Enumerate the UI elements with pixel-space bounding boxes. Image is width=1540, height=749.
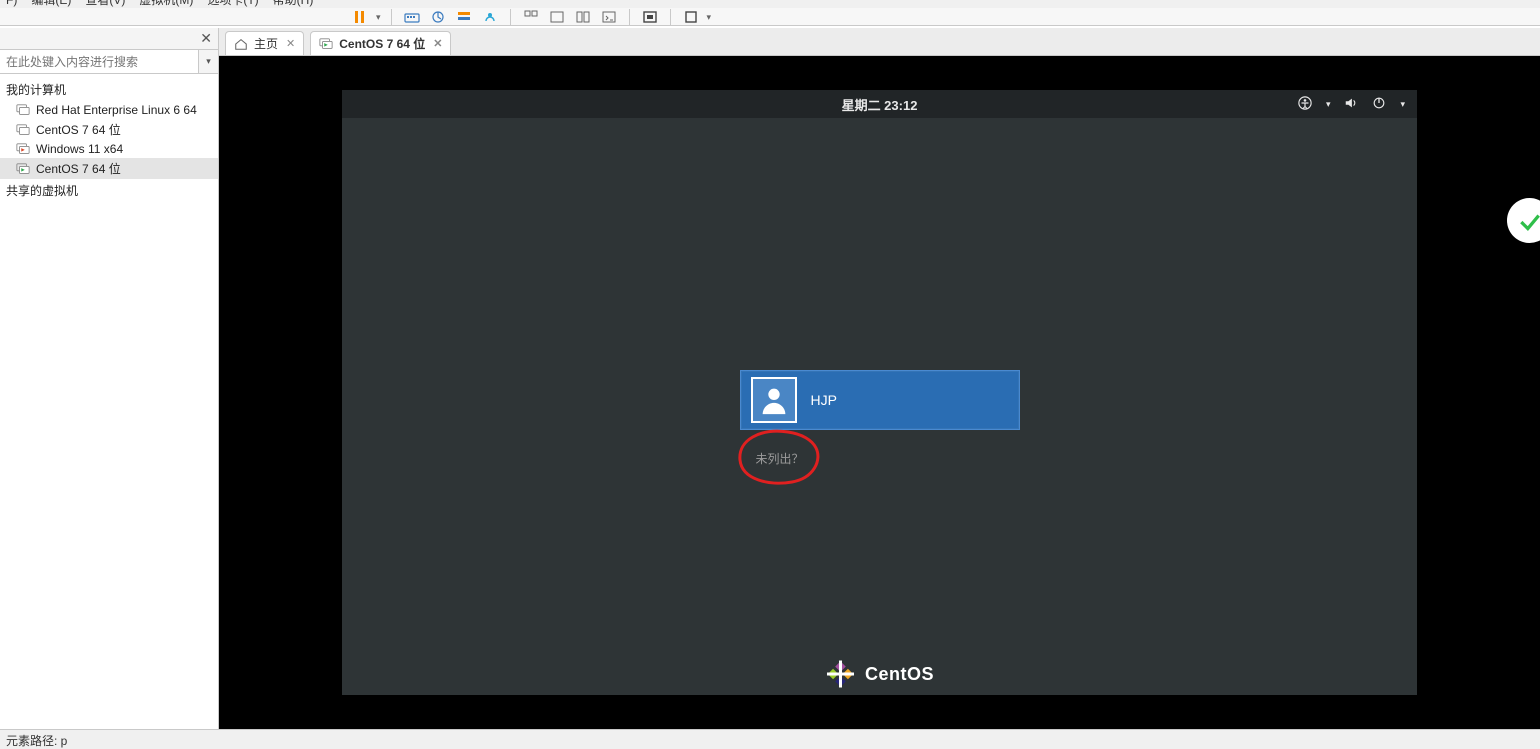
view-split-icon[interactable] xyxy=(573,9,593,25)
volume-icon[interactable] xyxy=(1344,96,1358,113)
check-icon xyxy=(1517,208,1540,234)
snapshot-icon[interactable] xyxy=(428,9,448,25)
chevron-down-icon[interactable]: ▾ xyxy=(1400,99,1405,110)
sidebar-search: ▾ xyxy=(0,50,218,74)
clock-label[interactable]: 星期二 23:12 xyxy=(842,95,918,114)
vm-item-rhel[interactable]: Red Hat Enterprise Linux 6 64 xyxy=(0,101,218,119)
home-icon xyxy=(234,37,248,51)
vm-console-outer: 星期二 23:12 ▾ ▾ HJP xyxy=(219,56,1540,729)
library-sidebar: ✕ ▾ 我的计算机 Red Hat Enterprise Linux 6 64 … xyxy=(0,28,219,729)
dropdown-caret-icon[interactable]: ▾ xyxy=(707,12,712,23)
vm-label: Red Hat Enterprise Linux 6 64 xyxy=(36,103,197,117)
tab-home[interactable]: 主页 ✕ xyxy=(225,31,304,55)
vm-icon xyxy=(16,103,30,117)
vm-label: CentOS 7 64 位 xyxy=(36,160,121,177)
stretch-icon[interactable] xyxy=(681,9,701,25)
tab-bar: 主页 ✕ CentOS 7 64 位 ✕ xyxy=(219,28,1540,56)
user-icon xyxy=(757,383,791,417)
close-icon[interactable]: ✕ xyxy=(200,30,212,47)
pause-icon[interactable] xyxy=(350,9,370,25)
sidebar-header: ✕ xyxy=(0,28,218,50)
accessibility-icon[interactable] xyxy=(1298,96,1312,113)
menu-file[interactable]: F) xyxy=(6,0,17,6)
tab-label: 主页 xyxy=(254,35,278,52)
vm-running-icon xyxy=(16,142,30,156)
status-bar: 元素路径: p xyxy=(0,729,1540,749)
group-my-computer[interactable]: 我的计算机 xyxy=(0,78,218,101)
group-shared-vms[interactable]: 共享的虚拟机 xyxy=(0,179,218,202)
menu-tabs[interactable]: 选项卡(T) xyxy=(207,0,258,6)
menu-help[interactable]: 帮助(H) xyxy=(273,0,314,6)
not-listed-link[interactable]: 未列出？ xyxy=(755,450,803,467)
search-input[interactable] xyxy=(0,50,198,73)
close-icon[interactable]: ✕ xyxy=(286,37,295,50)
vm-running-icon xyxy=(319,37,333,51)
vm-icon xyxy=(16,123,30,137)
dropdown-caret-icon[interactable]: ▾ xyxy=(376,12,381,23)
right-column: 主页 ✕ CentOS 7 64 位 ✕ 星期二 23:12 ▾ xyxy=(219,28,1540,729)
vm-label: Windows 11 x64 xyxy=(36,142,123,156)
status-text: 元素路径: p xyxy=(6,732,67,749)
centos-brand: CentOS xyxy=(825,659,934,689)
send-keys-icon[interactable] xyxy=(402,9,422,25)
library-tree: 我的计算机 Red Hat Enterprise Linux 6 64 Cent… xyxy=(0,74,218,206)
fullscreen-icon[interactable] xyxy=(640,9,660,25)
gnome-top-bar: 星期二 23:12 ▾ ▾ xyxy=(342,90,1417,118)
menu-edit[interactable]: 编辑(E) xyxy=(31,0,71,6)
vm-item-windows11[interactable]: Windows 11 x64 xyxy=(0,140,218,158)
vm-running-icon xyxy=(16,162,30,176)
snapshot-manager-icon[interactable] xyxy=(454,9,474,25)
view-single-icon[interactable] xyxy=(547,9,567,25)
usb-icon[interactable] xyxy=(480,9,500,25)
menu-view[interactable]: 查看(V) xyxy=(85,0,125,6)
guest-screen[interactable]: 星期二 23:12 ▾ ▾ HJP xyxy=(342,90,1417,695)
power-icon[interactable] xyxy=(1372,96,1386,113)
vm-label: CentOS 7 64 位 xyxy=(36,121,121,138)
tab-centos[interactable]: CentOS 7 64 位 ✕ xyxy=(310,31,451,55)
floating-check-badge[interactable] xyxy=(1507,198,1540,243)
vm-item-centos-2[interactable]: CentOS 7 64 位 xyxy=(0,158,218,179)
view-console-icon[interactable] xyxy=(599,9,619,25)
close-icon[interactable]: ✕ xyxy=(433,37,442,50)
menu-vm[interactable]: 虚拟机(M) xyxy=(139,0,193,6)
username-label: HJP xyxy=(811,392,837,408)
vm-item-centos-1[interactable]: CentOS 7 64 位 xyxy=(0,119,218,140)
login-user-tile[interactable]: HJP xyxy=(740,370,1020,430)
unity-icon[interactable] xyxy=(521,9,541,25)
avatar xyxy=(751,377,797,423)
host-toolbar: ▾ ▾ xyxy=(0,8,1540,26)
centos-brand-label: CentOS xyxy=(865,664,934,685)
chevron-down-icon[interactable]: ▾ xyxy=(1326,99,1331,110)
tab-label: CentOS 7 64 位 xyxy=(339,35,425,52)
centos-logo-icon xyxy=(825,659,855,689)
search-dropdown-icon[interactable]: ▾ xyxy=(198,50,218,73)
